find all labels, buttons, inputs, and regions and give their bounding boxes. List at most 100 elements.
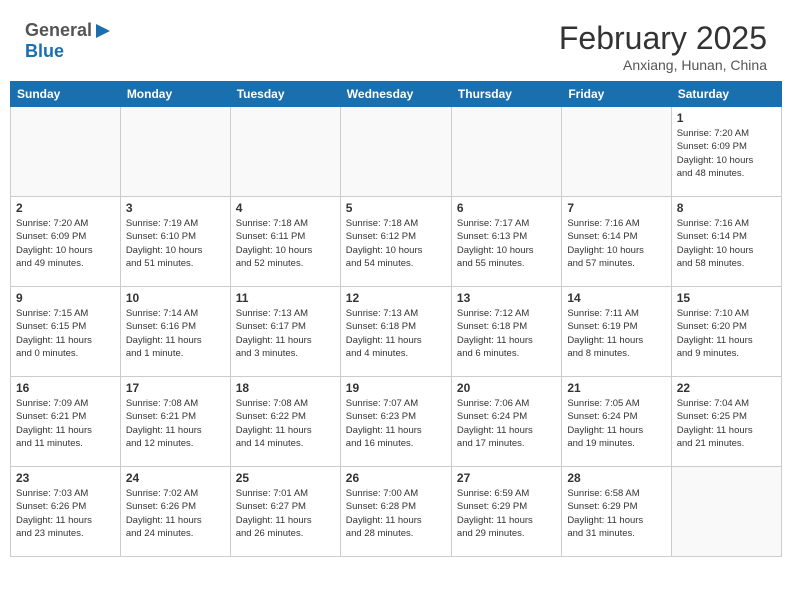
calendar-day-cell: 18 Sunrise: 7:08 AMSunset: 6:22 PMDayligh… bbox=[230, 377, 340, 467]
day-info: Sunrise: 7:05 AMSunset: 6:24 PMDaylight:… bbox=[567, 397, 665, 450]
day-info: Sunrise: 7:14 AMSunset: 6:16 PMDaylight:… bbox=[126, 307, 225, 360]
day-info: Sunrise: 7:03 AMSunset: 6:26 PMDaylight:… bbox=[16, 487, 115, 540]
logo-blue: Blue bbox=[25, 41, 64, 62]
day-number: 26 bbox=[346, 471, 446, 485]
calendar-day-cell: 21 Sunrise: 7:05 AMSunset: 6:24 PMDayligh… bbox=[562, 377, 671, 467]
day-number: 8 bbox=[677, 201, 776, 215]
day-info: Sunrise: 7:18 AMSunset: 6:12 PMDaylight:… bbox=[346, 217, 446, 270]
day-info: Sunrise: 7:15 AMSunset: 6:15 PMDaylight:… bbox=[16, 307, 115, 360]
calendar-day-cell: 17 Sunrise: 7:08 AMSunset: 6:21 PMDayligh… bbox=[120, 377, 230, 467]
calendar-day-cell bbox=[340, 107, 451, 197]
day-info: Sunrise: 7:07 AMSunset: 6:23 PMDaylight:… bbox=[346, 397, 446, 450]
day-number: 25 bbox=[236, 471, 335, 485]
weekday-header-monday: Monday bbox=[120, 82, 230, 107]
day-number: 4 bbox=[236, 201, 335, 215]
day-number: 10 bbox=[126, 291, 225, 305]
calendar-day-cell: 14 Sunrise: 7:11 AMSunset: 6:19 PMDayligh… bbox=[562, 287, 671, 377]
weekday-header-friday: Friday bbox=[562, 82, 671, 107]
calendar-week-row: 16 Sunrise: 7:09 AMSunset: 6:21 PMDayligh… bbox=[11, 377, 782, 467]
weekday-header-saturday: Saturday bbox=[671, 82, 781, 107]
day-info: Sunrise: 7:06 AMSunset: 6:24 PMDaylight:… bbox=[457, 397, 556, 450]
calendar-day-cell: 13Sunrise: 7:12 AMSunset: 6:18 PMDayligh… bbox=[451, 287, 561, 377]
day-info: Sunrise: 7:09 AMSunset: 6:21 PMDaylight:… bbox=[16, 397, 115, 450]
page-header: General Blue February 2025 Anxiang, Huna… bbox=[10, 10, 782, 81]
day-number: 17 bbox=[126, 381, 225, 395]
calendar-day-cell bbox=[230, 107, 340, 197]
calendar-day-cell: 22 Sunrise: 7:04 AMSunset: 6:25 PMDayligh… bbox=[671, 377, 781, 467]
day-number: 11 bbox=[236, 291, 335, 305]
weekday-header-wednesday: Wednesday bbox=[340, 82, 451, 107]
calendar-day-cell: 7Sunrise: 7:16 AMSunset: 6:14 PMDaylight… bbox=[562, 197, 671, 287]
day-number: 9 bbox=[16, 291, 115, 305]
day-number: 3 bbox=[126, 201, 225, 215]
calendar-day-cell bbox=[562, 107, 671, 197]
day-info: Sunrise: 7:01 AMSunset: 6:27 PMDaylight:… bbox=[236, 487, 335, 540]
day-number: 18 bbox=[236, 381, 335, 395]
weekday-header-tuesday: Tuesday bbox=[230, 82, 340, 107]
day-info: Sunrise: 7:11 AMSunset: 6:19 PMDaylight:… bbox=[567, 307, 665, 360]
logo-triangle-icon bbox=[94, 22, 112, 40]
calendar-day-cell: 23 Sunrise: 7:03 AMSunset: 6:26 PMDayligh… bbox=[11, 467, 121, 557]
day-number: 1 bbox=[677, 111, 776, 125]
day-number: 23 bbox=[16, 471, 115, 485]
calendar-week-row: 1 Sunrise: 7:20 AMSunset: 6:09 PMDaylight… bbox=[11, 107, 782, 197]
day-info: Sunrise: 7:00 AMSunset: 6:28 PMDaylight:… bbox=[346, 487, 446, 540]
header-right: February 2025 Anxiang, Hunan, China bbox=[559, 20, 767, 73]
day-info: Sunrise: 6:59 AMSunset: 6:29 PMDaylight:… bbox=[457, 487, 556, 540]
calendar-day-cell: 8 Sunrise: 7:16 AMSunset: 6:14 PMDaylight… bbox=[671, 197, 781, 287]
calendar-day-cell: 1 Sunrise: 7:20 AMSunset: 6:09 PMDaylight… bbox=[671, 107, 781, 197]
day-number: 12 bbox=[346, 291, 446, 305]
day-info: Sunrise: 7:02 AMSunset: 6:26 PMDaylight:… bbox=[126, 487, 225, 540]
day-number: 14 bbox=[567, 291, 665, 305]
calendar-day-cell: 20 Sunrise: 7:06 AMSunset: 6:24 PMDayligh… bbox=[451, 377, 561, 467]
calendar-day-cell: 2 Sunrise: 7:20 AMSunset: 6:09 PMDaylight… bbox=[11, 197, 121, 287]
day-info: Sunrise: 7:04 AMSunset: 6:25 PMDaylight:… bbox=[677, 397, 776, 450]
day-info: Sunrise: 7:20 AMSunset: 6:09 PMDaylight:… bbox=[677, 127, 776, 180]
day-number: 20 bbox=[457, 381, 556, 395]
day-info: Sunrise: 6:58 AMSunset: 6:29 PMDaylight:… bbox=[567, 487, 665, 540]
day-info: Sunrise: 7:13 AMSunset: 6:17 PMDaylight:… bbox=[236, 307, 335, 360]
month-title: February 2025 bbox=[559, 20, 767, 57]
calendar-day-cell: 3 Sunrise: 7:19 AMSunset: 6:10 PMDaylight… bbox=[120, 197, 230, 287]
calendar-week-row: 9 Sunrise: 7:15 AMSunset: 6:15 PMDaylight… bbox=[11, 287, 782, 377]
day-number: 24 bbox=[126, 471, 225, 485]
day-number: 21 bbox=[567, 381, 665, 395]
day-number: 2 bbox=[16, 201, 115, 215]
calendar-day-cell bbox=[120, 107, 230, 197]
calendar-day-cell: 24 Sunrise: 7:02 AMSunset: 6:26 PMDayligh… bbox=[120, 467, 230, 557]
calendar-day-cell bbox=[11, 107, 121, 197]
day-info: Sunrise: 7:16 AMSunset: 6:14 PMDaylight:… bbox=[567, 217, 665, 270]
day-info: Sunrise: 7:20 AMSunset: 6:09 PMDaylight:… bbox=[16, 217, 115, 270]
weekday-header-row: SundayMondayTuesdayWednesdayThursdayFrid… bbox=[11, 82, 782, 107]
day-number: 28 bbox=[567, 471, 665, 485]
logo-general: General bbox=[25, 20, 92, 41]
calendar-day-cell: 12Sunrise: 7:13 AMSunset: 6:18 PMDayligh… bbox=[340, 287, 451, 377]
calendar-week-row: 23 Sunrise: 7:03 AMSunset: 6:26 PMDayligh… bbox=[11, 467, 782, 557]
calendar-day-cell: 25 Sunrise: 7:01 AMSunset: 6:27 PMDayligh… bbox=[230, 467, 340, 557]
day-info: Sunrise: 7:08 AMSunset: 6:21 PMDaylight:… bbox=[126, 397, 225, 450]
calendar-day-cell: 4 Sunrise: 7:18 AMSunset: 6:11 PMDaylight… bbox=[230, 197, 340, 287]
day-info: Sunrise: 7:18 AMSunset: 6:11 PMDaylight:… bbox=[236, 217, 335, 270]
day-number: 15 bbox=[677, 291, 776, 305]
calendar-day-cell: 5Sunrise: 7:18 AMSunset: 6:12 PMDaylight… bbox=[340, 197, 451, 287]
day-info: Sunrise: 7:17 AMSunset: 6:13 PMDaylight:… bbox=[457, 217, 556, 270]
calendar-day-cell: 15Sunrise: 7:10 AMSunset: 6:20 PMDayligh… bbox=[671, 287, 781, 377]
calendar-day-cell: 26 Sunrise: 7:00 AMSunset: 6:28 PMDayligh… bbox=[340, 467, 451, 557]
calendar-day-cell: 10 Sunrise: 7:14 AMSunset: 6:16 PMDayligh… bbox=[120, 287, 230, 377]
day-number: 6 bbox=[457, 201, 556, 215]
day-number: 13 bbox=[457, 291, 556, 305]
calendar-week-row: 2 Sunrise: 7:20 AMSunset: 6:09 PMDaylight… bbox=[11, 197, 782, 287]
calendar-day-cell: 16 Sunrise: 7:09 AMSunset: 6:21 PMDayligh… bbox=[11, 377, 121, 467]
day-info: Sunrise: 7:08 AMSunset: 6:22 PMDaylight:… bbox=[236, 397, 335, 450]
day-info: Sunrise: 7:16 AMSunset: 6:14 PMDaylight:… bbox=[677, 217, 776, 270]
day-number: 19 bbox=[346, 381, 446, 395]
day-number: 22 bbox=[677, 381, 776, 395]
calendar-day-cell bbox=[671, 467, 781, 557]
day-number: 16 bbox=[16, 381, 115, 395]
location: Anxiang, Hunan, China bbox=[559, 57, 767, 73]
calendar-day-cell: 27Sunrise: 6:59 AMSunset: 6:29 PMDayligh… bbox=[451, 467, 561, 557]
calendar-day-cell: 9 Sunrise: 7:15 AMSunset: 6:15 PMDaylight… bbox=[11, 287, 121, 377]
calendar-day-cell: 19 Sunrise: 7:07 AMSunset: 6:23 PMDayligh… bbox=[340, 377, 451, 467]
day-info: Sunrise: 7:19 AMSunset: 6:10 PMDaylight:… bbox=[126, 217, 225, 270]
calendar-day-cell: 6 Sunrise: 7:17 AMSunset: 6:13 PMDaylight… bbox=[451, 197, 561, 287]
